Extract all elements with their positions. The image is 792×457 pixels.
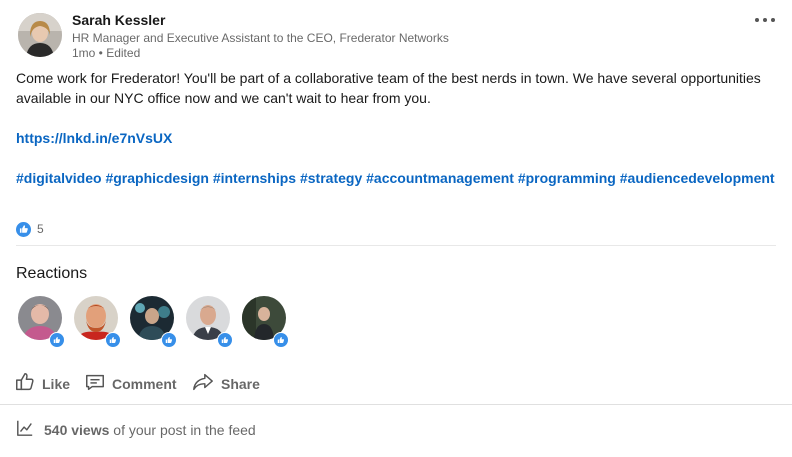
reactor-avatar[interactable]: [186, 296, 233, 348]
hashtag-link[interactable]: #programming: [518, 170, 616, 186]
reactions-heading: Reactions: [16, 265, 88, 282]
more-options-icon[interactable]: [752, 10, 778, 28]
hashtag-link[interactable]: #internships: [213, 170, 296, 186]
like-badge-icon: [161, 332, 177, 348]
share-icon: [191, 371, 215, 398]
share-label: Share: [221, 376, 260, 392]
views-text: 540 views of your post in the feed: [44, 422, 256, 438]
reaction-number: 5: [37, 222, 44, 236]
hashtag-link[interactable]: #accountmanagement: [366, 170, 514, 186]
like-reaction-icon: [16, 221, 31, 237]
author-avatar[interactable]: [18, 13, 62, 57]
author-name[interactable]: Sarah Kessler: [72, 12, 165, 28]
post-link[interactable]: https://lnkd.in/e7nVsUX: [16, 128, 172, 148]
reactor-avatar[interactable]: [130, 296, 177, 348]
reactor-avatar[interactable]: [242, 296, 289, 348]
post-timestamp: 1mo • Edited: [72, 46, 141, 60]
thumbs-up-icon: [14, 371, 36, 398]
comment-icon: [84, 371, 106, 398]
author-headline: HR Manager and Executive Assistant to th…: [72, 31, 449, 45]
like-badge-icon: [49, 332, 65, 348]
hashtag-link[interactable]: #strategy: [300, 170, 362, 186]
post-views[interactable]: 540 views of your post in the feed: [16, 420, 256, 440]
trend-chart-icon: [16, 419, 34, 442]
reaction-count[interactable]: 5: [16, 221, 44, 237]
hashtag-list: #digitalvideo #graphicdesign #internship…: [16, 168, 776, 188]
divider: [0, 404, 792, 405]
hashtag-link[interactable]: #audiencedevelopment: [620, 170, 775, 186]
hashtag-link[interactable]: #graphicdesign: [105, 170, 208, 186]
comment-label: Comment: [112, 376, 177, 392]
like-button[interactable]: Like: [14, 370, 70, 398]
views-count: 540 views: [44, 422, 110, 438]
like-label: Like: [42, 376, 71, 392]
reactor-avatar[interactable]: [18, 296, 65, 348]
share-button[interactable]: Share: [191, 370, 260, 398]
hashtag-link[interactable]: #digitalvideo: [16, 170, 102, 186]
like-badge-icon: [217, 332, 233, 348]
views-suffix: of your post in the feed: [109, 422, 256, 438]
reactor-avatar[interactable]: [74, 296, 121, 348]
like-badge-icon: [273, 332, 289, 348]
post-text: Come work for Frederator! You'll be part…: [16, 70, 761, 106]
divider: [16, 245, 776, 246]
comment-button[interactable]: Comment: [84, 370, 177, 398]
feed-post: Sarah Kessler HR Manager and Executive A…: [0, 0, 792, 457]
like-badge-icon: [105, 332, 121, 348]
